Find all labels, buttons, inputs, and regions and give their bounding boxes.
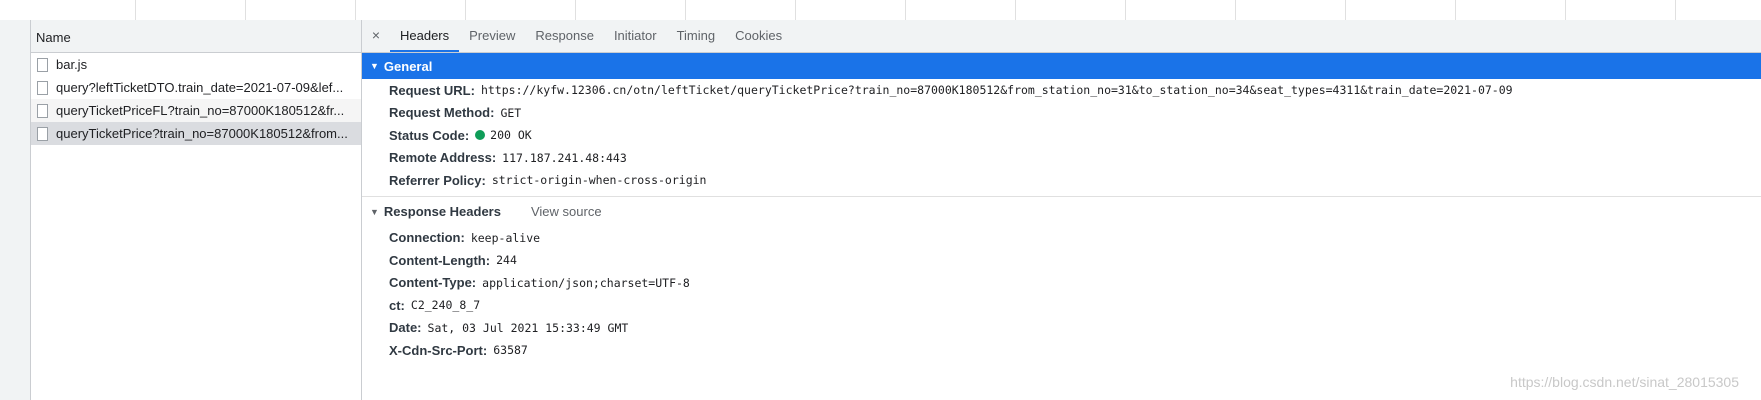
- name-column-header[interactable]: Name: [31, 20, 361, 53]
- timeline-gridline: [905, 0, 906, 20]
- remote-address-row: Remote Address: 117.187.241.48:443: [362, 147, 1761, 170]
- header-key: Date:: [389, 320, 422, 336]
- referrer-policy-row: Referrer Policy: strict-origin-when-cros…: [362, 169, 1761, 192]
- request-url-row: Request URL: https://kyfw.12306.cn/otn/l…: [362, 79, 1761, 102]
- header-key: Request Method:: [389, 105, 495, 121]
- timeline-gridline: [1675, 0, 1676, 20]
- header-value: https://kyfw.12306.cn/otn/leftTicket/que…: [480, 83, 1513, 98]
- header-value: Sat, 03 Jul 2021 15:33:49 GMT: [427, 320, 629, 335]
- timeline-gridline: [1235, 0, 1236, 20]
- waterfall-timeline: [0, 0, 1761, 21]
- header-value: application/json;charset=UTF-8: [482, 275, 690, 290]
- request-details-panel: × Headers Preview Response Initiator Tim…: [362, 20, 1761, 400]
- request-method-row: Request Method: GET: [362, 102, 1761, 125]
- timeline-gridline: [245, 0, 246, 20]
- timeline-gridline: [685, 0, 686, 20]
- tab-response[interactable]: Response: [525, 20, 604, 52]
- tab-preview[interactable]: Preview: [459, 20, 525, 52]
- request-name: bar.js: [56, 57, 88, 72]
- watermark: https://blog.csdn.net/sinat_28015305: [1510, 374, 1739, 390]
- file-icon: [37, 103, 48, 118]
- header-value: strict-origin-when-cross-origin: [491, 173, 707, 188]
- request-row-selected[interactable]: queryTicketPrice?train_no=87000K180512&f…: [31, 122, 361, 145]
- timeline-gridline: [1125, 0, 1126, 20]
- tab-headers[interactable]: Headers: [390, 20, 460, 52]
- file-icon: [37, 80, 48, 95]
- expand-triangle-icon: ▼: [370, 206, 379, 217]
- timeline-gridline: [1345, 0, 1346, 20]
- header-key: Connection:: [389, 230, 465, 246]
- header-key: Request URL:: [389, 82, 475, 98]
- header-key: Referrer Policy:: [389, 172, 486, 188]
- header-value: 244: [496, 253, 517, 268]
- timeline-gridline: [795, 0, 796, 20]
- response-header-row: ct: C2_240_8_7: [362, 294, 1761, 317]
- header-key: Status Code:: [389, 127, 470, 143]
- general-title: General: [383, 58, 433, 74]
- request-row[interactable]: queryTicketPriceFL?train_no=87000K180512…: [31, 99, 361, 122]
- header-key: Remote Address:: [389, 150, 497, 166]
- left-gutter: [0, 20, 31, 400]
- tab-cookies[interactable]: Cookies: [725, 20, 792, 52]
- timeline-gridline: [135, 0, 136, 20]
- header-value: C2_240_8_7: [410, 298, 481, 313]
- request-list: Name bar.js query?leftTicketDTO.train_da…: [31, 20, 362, 400]
- file-icon: [37, 57, 48, 72]
- timeline-gridline: [1015, 0, 1016, 20]
- response-header-row: X-Cdn-Src-Port: 63587: [362, 339, 1761, 362]
- header-value: keep-alive: [470, 230, 541, 245]
- status-ok-icon: [475, 130, 486, 141]
- header-value: 200 OK: [490, 128, 532, 143]
- header-key: ct:: [389, 297, 405, 313]
- close-icon[interactable]: ×: [362, 20, 390, 52]
- status-code-row: Status Code: 200 OK: [362, 124, 1761, 147]
- timeline-gridline: [355, 0, 356, 20]
- timeline-gridline: [465, 0, 466, 20]
- request-row[interactable]: query?leftTicketDTO.train_date=2021-07-0…: [31, 76, 361, 99]
- response-headers-section-header[interactable]: ▼ Response Headers View source: [362, 195, 1761, 227]
- tab-timing[interactable]: Timing: [667, 20, 726, 52]
- request-row[interactable]: bar.js: [31, 53, 361, 76]
- timeline-gridline: [1455, 0, 1456, 20]
- request-name: query?leftTicketDTO.train_date=2021-07-0…: [56, 80, 344, 95]
- response-headers-title: Response Headers: [383, 204, 501, 219]
- tab-initiator[interactable]: Initiator: [604, 20, 667, 52]
- response-header-row: Date: Sat, 03 Jul 2021 15:33:49 GMT: [362, 317, 1761, 340]
- request-name: queryTicketPriceFL?train_no=87000K180512…: [56, 103, 345, 118]
- header-key: Content-Type:: [389, 275, 477, 291]
- view-source-link[interactable]: View source: [531, 204, 602, 219]
- header-key: X-Cdn-Src-Port:: [389, 342, 488, 358]
- header-value: 117.187.241.48:443: [502, 150, 627, 165]
- file-icon: [37, 126, 48, 141]
- expand-triangle-icon: ▼: [370, 61, 379, 71]
- header-value: 63587: [493, 343, 528, 358]
- response-header-row: Content-Type: application/json;charset=U…: [362, 272, 1761, 295]
- general-section-header[interactable]: ▼ General: [362, 53, 1761, 79]
- request-name: queryTicketPrice?train_no=87000K180512&f…: [56, 126, 348, 141]
- timeline-gridline: [575, 0, 576, 20]
- header-value: GET: [500, 105, 522, 120]
- response-header-row: Content-Length: 244: [362, 249, 1761, 272]
- header-key: Content-Length:: [389, 252, 491, 268]
- timeline-gridline: [1565, 0, 1566, 20]
- details-tabbar: × Headers Preview Response Initiator Tim…: [362, 20, 1761, 53]
- response-header-row: Connection: keep-alive: [362, 227, 1761, 250]
